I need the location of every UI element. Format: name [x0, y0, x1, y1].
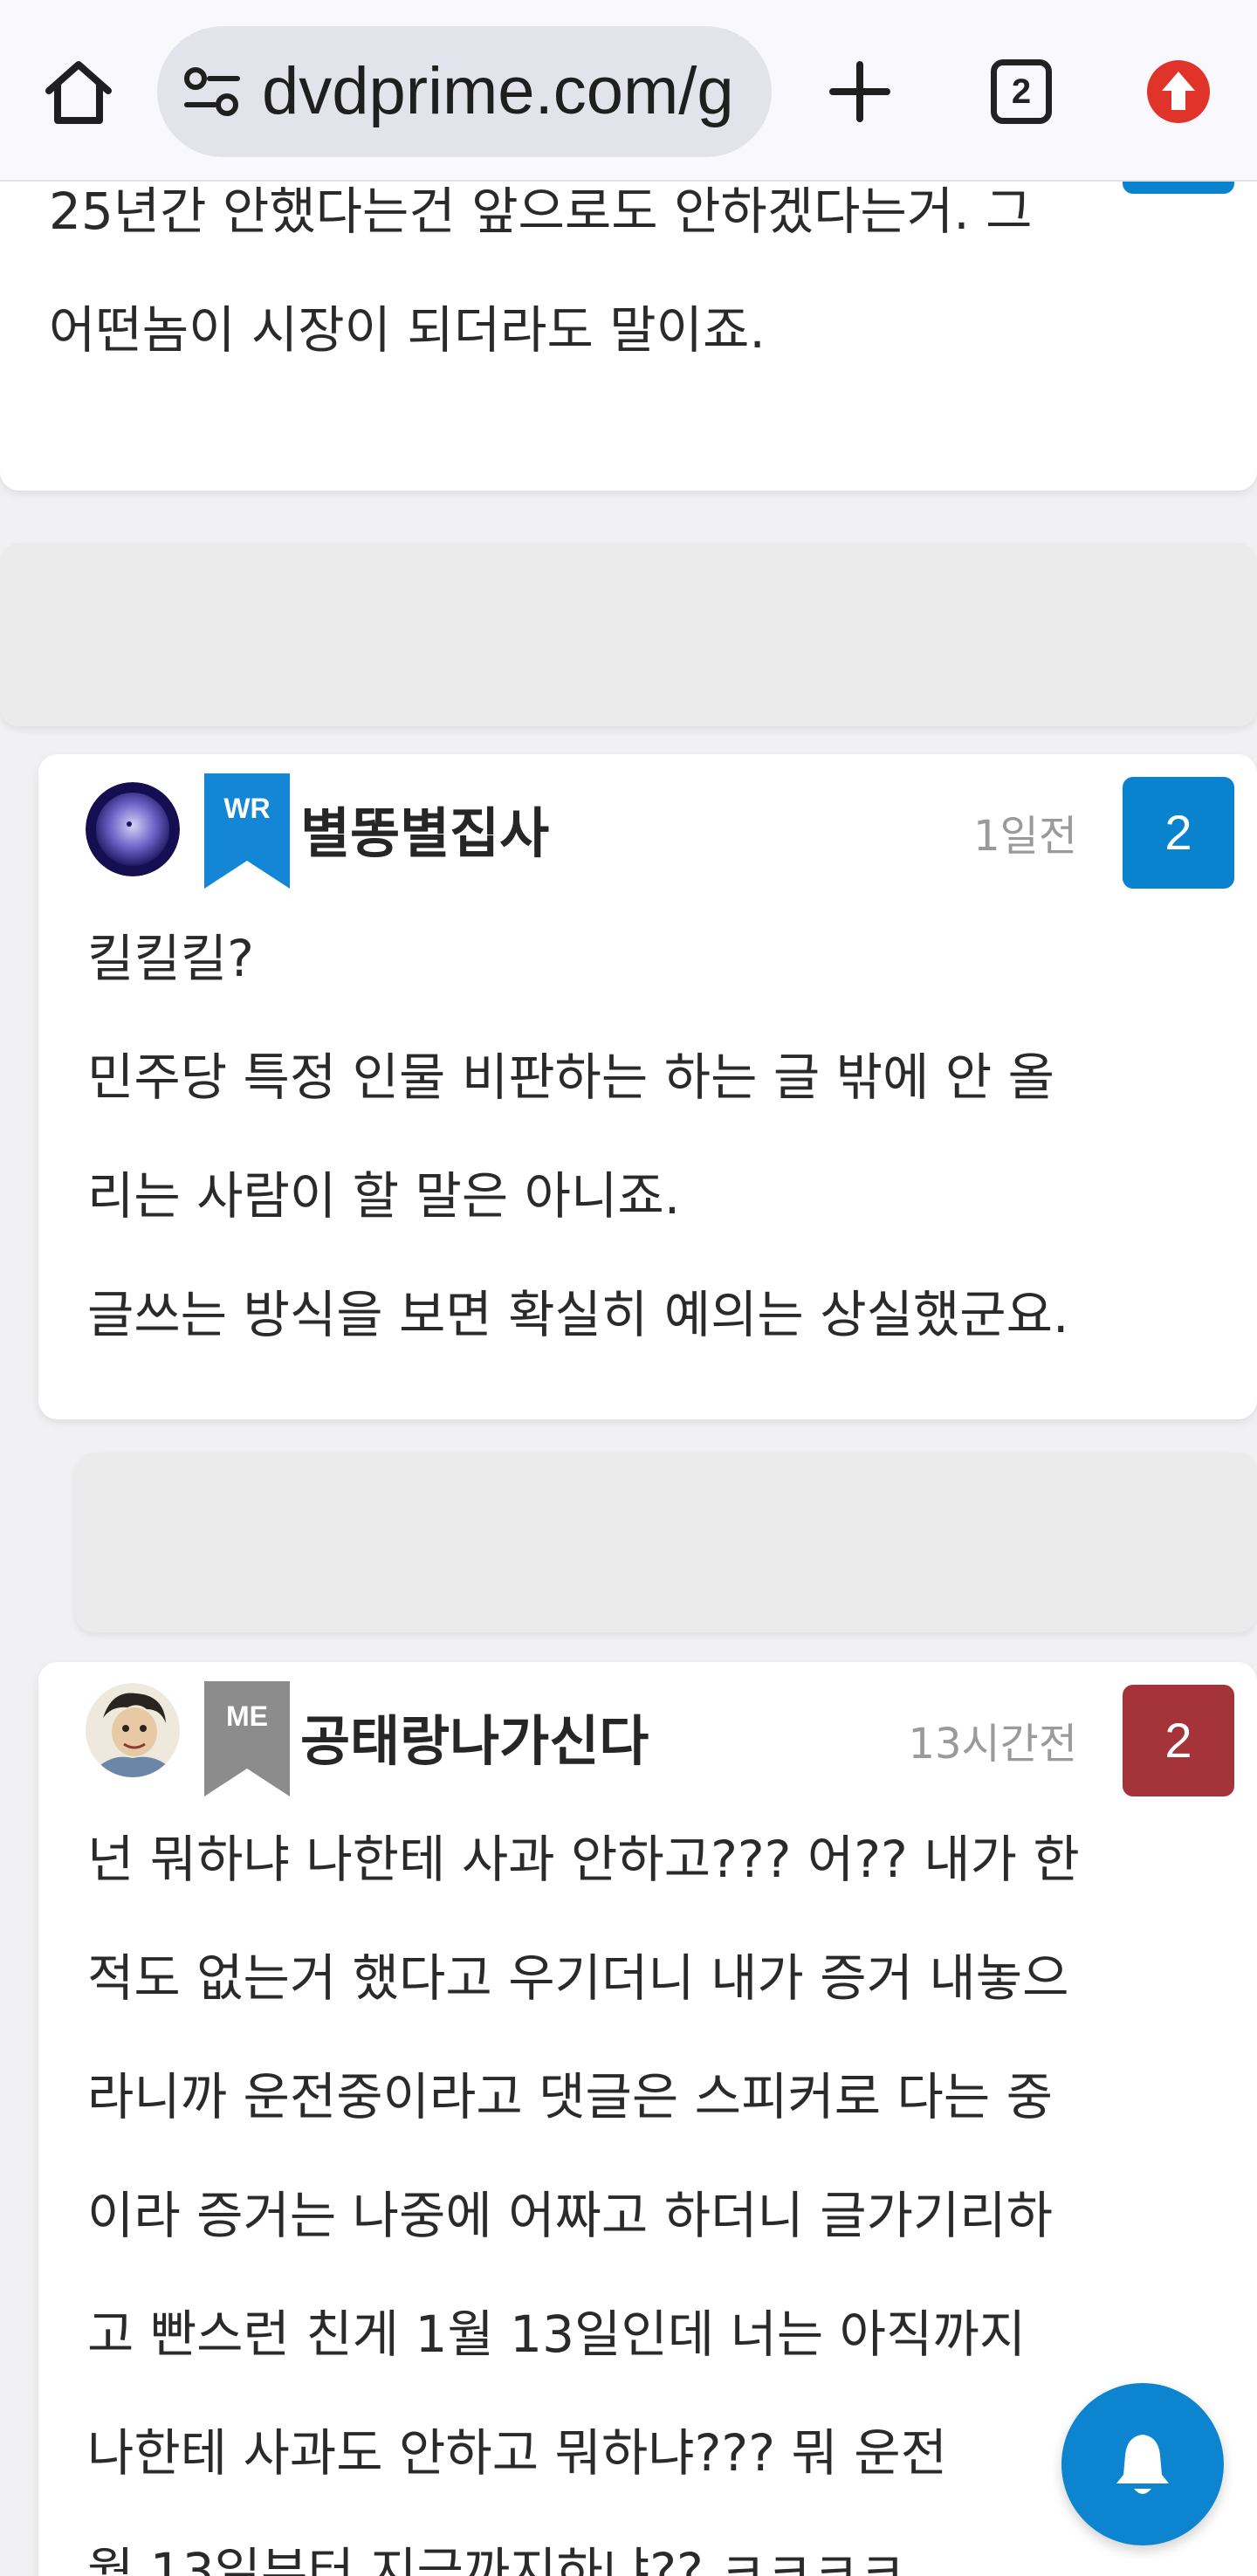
comment-line: 킬킬킬? — [87, 929, 254, 988]
plus-icon — [829, 61, 890, 122]
comment-card: WR 별똥별집사 1일전 2 킬킬킬? 민주당 특정 인물 비판하는 하는 글 … — [38, 754, 1257, 1419]
badge-label: WR — [223, 793, 271, 824]
comment-line: 어떤놈이 시장이 되더라도 말이죠. — [49, 300, 766, 360]
username[interactable]: 별똥별집사 — [300, 789, 549, 868]
home-button[interactable] — [35, 56, 122, 129]
comment-line: 리는 사람이 할 말은 아니죠. — [87, 1166, 681, 1226]
timestamp: 1일전 — [973, 812, 1077, 861]
ad-placeholder — [0, 543, 1257, 726]
ribbon-shape — [204, 773, 290, 889]
address-bar[interactable]: dvdprime.com/g — [157, 26, 772, 157]
comment-card: 25년간 안했다는건 앞으로도 안하겠다는거. 그 어떤놈이 시장이 되더라도 … — [0, 157, 1257, 491]
notification-button[interactable] — [1061, 2383, 1224, 2545]
badge-label: ME — [226, 1700, 268, 1732]
comment-line: 고 빤스런 친게 1월 13일인데 너는 아직까지 — [87, 2305, 1027, 2364]
reply-count-badge[interactable]: 2 — [1123, 777, 1234, 889]
url-text[interactable]: dvdprime.com/g — [262, 45, 759, 138]
tab-count: 2 — [991, 59, 1052, 124]
site-info-button[interactable] — [182, 63, 243, 120]
comment-body: 25년간 안했다는건 앞으로도 안하겠다는거. 그 어떤놈이 시장이 되더라도 … — [49, 152, 1236, 389]
comment-line: 민주당 특정 인물 비판하는 하는 글 밖에 안 올 — [87, 1048, 1054, 1107]
avatar[interactable] — [86, 1683, 180, 1777]
avatar-image — [86, 1683, 180, 1777]
username[interactable]: 공태랑나가신다 — [300, 1697, 649, 1776]
comment-line: 이라 증거는 나중에 어짜고 하더니 글가기리하 — [87, 2186, 1054, 2245]
writer-badge: WR — [204, 773, 290, 889]
timestamp: 13시간전 — [908, 1720, 1077, 1769]
ribbon-shape — [204, 1681, 290, 1796]
comment-body: 킬킬킬? 민주당 특정 인물 비판하는 하는 글 밖에 안 올 리는 사람이 할… — [87, 899, 1248, 1374]
member-badge: ME — [204, 1681, 290, 1796]
update-button[interactable] — [1135, 54, 1222, 129]
avatar[interactable] — [86, 782, 180, 876]
tab-switcher-button[interactable]: 2 — [978, 57, 1065, 127]
bookmark-ribbon-icon — [204, 1681, 290, 1796]
new-tab-button[interactable] — [816, 48, 903, 135]
comment-line: 라니까 운전중이라고 댓글은 스피커로 다는 중 — [87, 2067, 1054, 2126]
ad-placeholder — [75, 1453, 1257, 1632]
site-info-icon — [184, 67, 240, 116]
bookmark-ribbon-icon — [204, 773, 290, 889]
update-arrow-icon — [1147, 60, 1210, 123]
bell-icon — [1116, 2435, 1169, 2494]
comment-line: 월 13일부터 지금까지하냐?? ㅋㅋㅋㅋ — [87, 2542, 906, 2576]
comment-line: 넌 뭐하냐 나한테 사과 안하고??? 어?? 내가 한 — [87, 1830, 1080, 1889]
comment-line: 글쓰는 방식을 보면 확실히 예의는 상실했군요. — [87, 1285, 1069, 1344]
browser-toolbar: dvdprime.com/g 2 — [0, 0, 1257, 182]
avatar-image — [86, 782, 180, 876]
comment-line: 적도 없는거 했다고 우기더니 내가 증거 내놓으 — [87, 1948, 1069, 2008]
reply-count-badge[interactable]: 2 — [1123, 1685, 1234, 1796]
home-icon — [45, 61, 112, 124]
